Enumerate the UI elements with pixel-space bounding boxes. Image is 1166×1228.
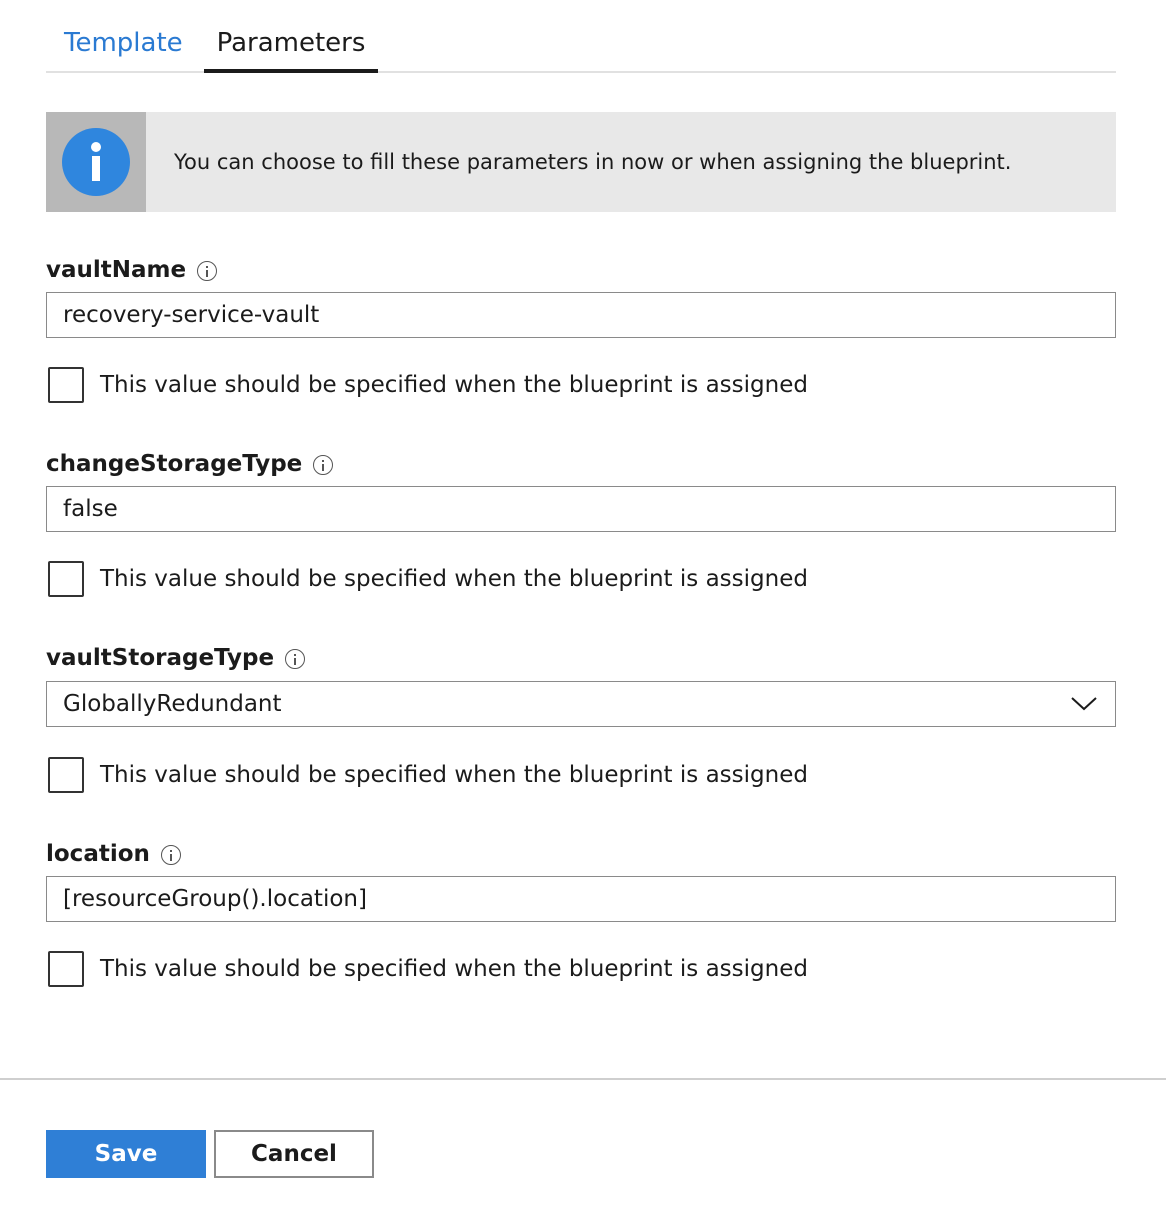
- vaultstoragetype-dropdown[interactable]: GloballyRedundant: [46, 681, 1116, 727]
- tab-bar: Template Parameters: [46, 0, 1116, 73]
- field-label-vaultname: vaultName: [46, 255, 218, 285]
- assign-later-checkbox-changestoragetype[interactable]: [48, 561, 84, 597]
- info-glyph: [91, 142, 101, 181]
- blueprint-parameters-panel: Template Parameters You can choose to fi…: [0, 0, 1166, 1228]
- field-label-text: changeStorageType: [46, 451, 303, 477]
- assign-later-label: This value should be specified when the …: [100, 372, 808, 398]
- assign-later-checkbox-location[interactable]: [48, 951, 84, 987]
- assign-later-label: This value should be specified when the …: [100, 566, 808, 592]
- location-input[interactable]: [46, 876, 1116, 922]
- assign-later-row-vaultstoragetype: This value should be specified when the …: [48, 757, 808, 793]
- assign-later-label: This value should be specified when the …: [100, 762, 808, 788]
- field-label-text: location: [46, 841, 150, 867]
- info-tooltip-icon[interactable]: [197, 261, 218, 281]
- info-tooltip-icon[interactable]: [313, 455, 334, 475]
- assign-later-checkbox-vaultstoragetype[interactable]: [48, 757, 84, 793]
- footer-divider: [0, 1078, 1166, 1080]
- assign-later-label: This value should be specified when the …: [100, 956, 808, 982]
- info-icon: [62, 128, 130, 196]
- cancel-button[interactable]: Cancel: [214, 1130, 374, 1178]
- changestoragetype-input[interactable]: [46, 486, 1116, 532]
- field-label-changestoragetype: changeStorageType: [46, 449, 334, 479]
- save-button[interactable]: Save: [46, 1130, 206, 1178]
- info-banner-icon-area: [46, 112, 146, 212]
- info-tooltip-icon[interactable]: [285, 649, 306, 669]
- field-label-text: vaultStorageType: [46, 645, 275, 671]
- assign-later-row-changestoragetype: This value should be specified when the …: [48, 561, 808, 597]
- field-label-vaultstoragetype: vaultStorageType: [46, 643, 306, 673]
- dropdown-selected-value: GloballyRedundant: [63, 691, 282, 717]
- field-label-location: location: [46, 839, 181, 869]
- tab-template[interactable]: Template: [64, 24, 183, 73]
- field-label-text: vaultName: [46, 257, 187, 283]
- assign-later-row-location: This value should be specified when the …: [48, 951, 808, 987]
- info-banner-text: You can choose to fill these parameters …: [174, 150, 1012, 174]
- assign-later-checkbox-vaultname[interactable]: [48, 367, 84, 403]
- assign-later-row-vaultname: This value should be specified when the …: [48, 367, 808, 403]
- info-tooltip-icon[interactable]: [160, 845, 181, 865]
- info-banner: You can choose to fill these parameters …: [46, 112, 1116, 212]
- vaultname-input[interactable]: [46, 292, 1116, 338]
- tab-parameters[interactable]: Parameters: [204, 24, 378, 73]
- chevron-down-icon: [1071, 697, 1097, 711]
